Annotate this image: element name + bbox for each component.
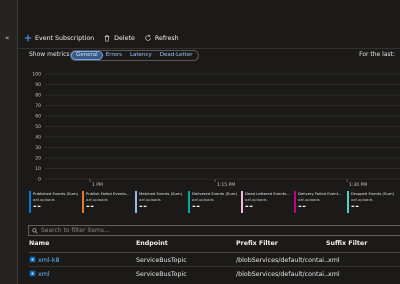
table-header: Name Endpoint Prefix Filter Suffix Filte… [29, 240, 400, 250]
legend-series-value: -- [298, 202, 307, 212]
collapse-nav-icon[interactable]: « [5, 34, 9, 42]
y-tick-label: 40 [35, 135, 41, 141]
table-row[interactable]: xml ServiceBusTopic /blobServices/defaul… [29, 270, 400, 283]
y-tick-label: 50 [35, 124, 41, 130]
legend-color-swatch [294, 191, 296, 213]
legend-item[interactable]: Dropped Events (Sum) azf-uploads -- [347, 190, 399, 216]
legend-item[interactable]: Published Events (Sum) azf-uploads -- [29, 190, 81, 216]
tab-general[interactable]: General [71, 51, 103, 60]
add-event-subscription-button[interactable]: Event Subscription [24, 34, 94, 42]
legend-series-value: -- [351, 202, 360, 212]
y-tick-label: 70 [35, 103, 41, 109]
metrics-chart-svg: 10090807060504030201001 PM 1:15 PM 1:30 PM [32, 72, 400, 188]
y-tick-label: 90 [35, 82, 41, 88]
refresh-button[interactable]: Refresh [144, 34, 179, 42]
show-metrics-label: Show metrics: [29, 51, 72, 58]
legend-series-name: Dead Lettered Events... [245, 191, 290, 196]
tab-dead-letter[interactable]: Dead-Letter [156, 52, 197, 59]
legend-series-value: -- [86, 202, 95, 212]
row-endpoint: ServiceBusTopic [136, 257, 187, 264]
x-tick-label: 1:30 PM [349, 182, 367, 188]
column-header-name[interactable]: Name [29, 240, 49, 247]
column-header-prefix-filter[interactable]: Prefix Filter [236, 240, 278, 247]
legend-series-name: Matched Events (Sum) [139, 191, 183, 196]
column-header-suffix-filter[interactable]: Suffix Filter [326, 240, 367, 247]
y-tick-label: 60 [35, 114, 41, 120]
search-placeholder: Search to filter items... [41, 227, 110, 234]
legend-series-value: -- [192, 202, 201, 212]
legend-item[interactable]: Delivered Events (Sum) azf-uploads -- [188, 190, 240, 216]
row-suffix-filter: .xml [326, 257, 340, 264]
legend-series-name: Delivery Failed Event... [298, 191, 342, 196]
row-name-link[interactable]: xml-k8 [38, 257, 60, 264]
event-subscription-icon [29, 270, 36, 277]
legend-item[interactable]: Delivery Failed Event... azf-uploads -- [294, 190, 346, 216]
toolbar: Event Subscription Delete Refresh [24, 32, 179, 44]
refresh-icon [145, 34, 151, 41]
tab-errors[interactable]: Errors [102, 52, 126, 59]
event-subscription-label: Event Subscription [35, 34, 95, 42]
x-tick-label: 1:15 PM [217, 182, 235, 188]
y-tick-label: 0 [38, 177, 41, 183]
legend-series-value: -- [139, 202, 148, 212]
y-tick-label: 10 [35, 166, 41, 172]
row-endpoint: ServiceBusTopic [136, 271, 187, 278]
x-tick-label: 1 PM [92, 182, 103, 188]
legend-series-name: Published Events (Sum) [33, 191, 79, 196]
y-tick-label: 80 [35, 93, 41, 99]
legend-item[interactable]: Publish Failed Events... azf-uploads -- [82, 190, 134, 216]
legend-series-value: -- [245, 202, 254, 212]
row-suffix-filter: .xml [326, 271, 340, 278]
event-subscription-icon [29, 256, 36, 263]
column-header-endpoint[interactable]: Endpoint [136, 240, 168, 247]
row-divider [29, 266, 400, 267]
table-header-divider [29, 252, 400, 253]
legend-series-name: Publish Failed Events... [86, 191, 130, 196]
legend-color-swatch [29, 191, 31, 213]
metrics-chart: 100 90 80 70 60 50 40 30 20 10 0 1 PM 1:15 PM 1:30 PM [18, 62, 400, 194]
time-range-label[interactable]: For the last: [359, 51, 395, 58]
legend-color-swatch [241, 191, 243, 213]
legend-color-swatch [347, 191, 349, 213]
trash-icon [104, 35, 110, 42]
table-row[interactable]: xml-k8 ServiceBusTopic /blobServices/def… [29, 256, 400, 269]
y-tick-label: 30 [35, 145, 41, 151]
y-tick-label: 20 [35, 156, 41, 162]
legend-series-name: Delivered Events (Sum) [192, 191, 237, 196]
row-prefix-filter: /blobServices/default/contai... [236, 271, 331, 278]
metrics-selector: Show metrics: General Errors Latency Dea… [29, 50, 400, 61]
legend-color-swatch [82, 191, 84, 213]
y-tick-label: 100 [32, 72, 41, 78]
filter-search-box[interactable]: Search to filter items... [28, 225, 400, 236]
search-icon [32, 227, 38, 234]
refresh-label: Refresh [154, 34, 179, 42]
plus-icon [24, 34, 32, 42]
row-prefix-filter: /blobServices/default/contai... [236, 257, 331, 264]
legend-item[interactable]: Dead Lettered Events... azf-uploads -- [241, 190, 293, 216]
chart-legend: Published Events (Sum) azf-uploads -- Publi… [29, 190, 400, 218]
legend-color-swatch [188, 191, 190, 213]
legend-series-value: -- [33, 202, 42, 212]
legend-item[interactable]: Matched Events (Sum) azf-uploads -- [135, 190, 187, 216]
tab-latency[interactable]: Latency [126, 52, 156, 59]
delete-button[interactable]: Delete [103, 34, 135, 42]
toolbar-divider [18, 48, 400, 49]
legend-series-name: Dropped Events (Sum) [351, 191, 395, 196]
row-name-link[interactable]: xml [38, 271, 50, 278]
legend-color-swatch [135, 191, 137, 213]
left-nav-pane: « [0, 0, 17, 284]
metrics-tab-group: General Errors Latency Dead-Letter [70, 50, 199, 61]
delete-label: Delete [114, 34, 135, 42]
